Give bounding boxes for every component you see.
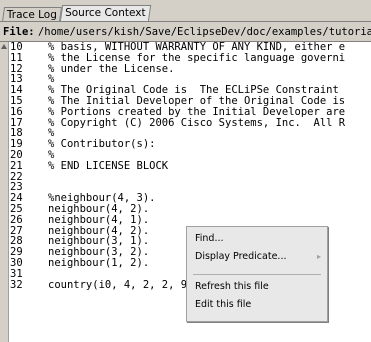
line-number: 21	[10, 159, 23, 172]
tab-trace-log[interactable]: Trace Log	[1, 7, 63, 22]
code-line: 12% under the License.	[10, 63, 371, 75]
code-text: % END LICENSE BLOCK	[48, 159, 169, 172]
scroll-up-icon[interactable]	[1, 44, 7, 49]
file-path: /home/users/kish/Save/EclipseDev/doc/exa…	[37, 26, 371, 38]
line-number: 26	[10, 213, 23, 226]
context-menu: Find... Display Predicate... ▸ Refresh th…	[186, 226, 328, 322]
gutter-divider	[8, 42, 9, 342]
submenu-arrow-icon: ▸	[316, 252, 321, 261]
tab-source-context[interactable]: Source Context	[59, 5, 151, 22]
scrollbar[interactable]	[0, 42, 8, 342]
code-text: neighbour(4, 1).	[48, 213, 150, 226]
menu-item-edit[interactable]: Edit this file	[187, 297, 327, 313]
line-number: 16	[10, 105, 23, 118]
menu-item-label: Refresh this file	[195, 281, 269, 292]
code-text: % Portions created by the Initial Develo…	[48, 105, 346, 118]
code-line: 19% Contributor(s):	[10, 139, 371, 150]
tab-label: Source Context	[65, 7, 146, 19]
menu-separator	[193, 274, 321, 275]
code-text: neighbour(1, 2).	[48, 256, 150, 269]
code-line: 17% Copyright (C) 2006 Cisco Systems, In…	[10, 116, 371, 129]
menu-item-label: Display Predicate...	[195, 251, 287, 262]
code-line: 22	[10, 171, 371, 183]
tab-label: Trace Log	[6, 9, 57, 21]
menu-item-label: Edit this file	[195, 299, 252, 310]
line-number: 32	[10, 278, 23, 291]
tab-bar: Trace Log Source Context	[0, 0, 371, 22]
tab-divider	[0, 21, 371, 22]
menu-item-label: Find...	[195, 233, 224, 244]
menu-item-refresh[interactable]: Refresh this file	[187, 279, 327, 295]
code-text: % the License for the specific language …	[48, 51, 346, 64]
code-line: 16 % Portions created by the Initial Deve…	[10, 105, 371, 118]
code-text: % Copyright (C) 2006 Cisco Systems, Inc.…	[48, 116, 346, 129]
file-label: File:	[3, 26, 35, 38]
line-number: 31	[10, 267, 23, 280]
code-line: 11 % the License for the specific languag…	[10, 51, 371, 64]
menu-item-display-predicate[interactable]: Display Predicate... ▸	[187, 249, 327, 265]
source-editor[interactable]: 10% basis, WITHOUT WARRANTY OF ANY KIND,…	[0, 42, 371, 342]
line-number: 11	[10, 51, 23, 64]
code-line: 21 % END LICENSE BLOCK	[10, 159, 371, 172]
file-path-bar: File: /home/users/kish/Save/EclipseDev/d…	[0, 23, 371, 42]
menu-item-find[interactable]: Find...	[187, 231, 327, 247]
code-line: 26 neighbour(4, 1).	[10, 213, 371, 226]
